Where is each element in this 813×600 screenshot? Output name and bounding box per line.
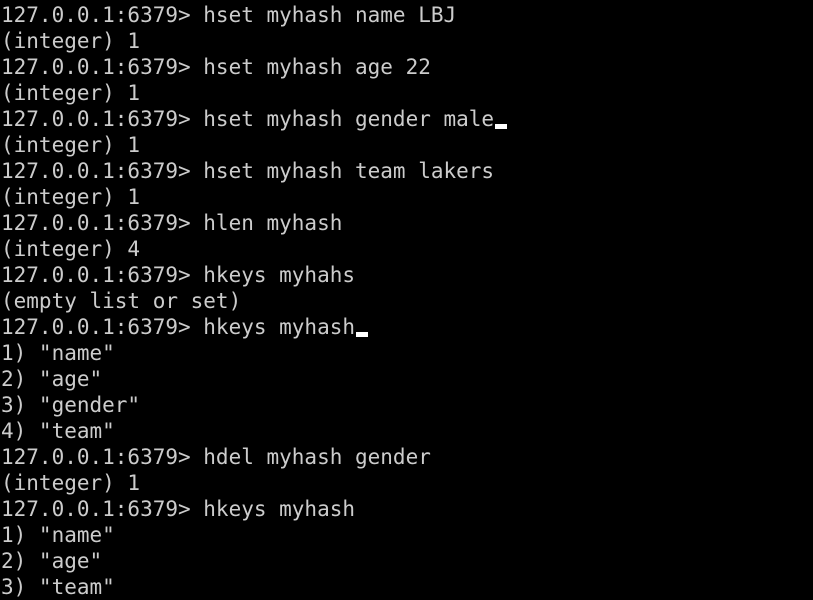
terminal-line: 127.0.0.1:6379> hset myhash name LBJ: [1, 2, 813, 28]
line-text: 127.0.0.1:6379> hlen myhash: [1, 211, 343, 235]
text-cursor: [495, 124, 508, 129]
line-text: 1) "name": [1, 341, 115, 365]
line-text: (integer) 1: [1, 471, 141, 495]
text-cursor: [356, 332, 369, 337]
terminal-line: 127.0.0.1:6379> hkeys myhash: [1, 496, 813, 522]
terminal-line: 3) "gender": [1, 392, 813, 418]
terminal-line: 127.0.0.1:6379> hkeys myhahs: [1, 262, 813, 288]
terminal-line: 127.0.0.1:6379> hkeys myhash: [1, 314, 813, 340]
terminal-line: 4) "team": [1, 418, 813, 444]
line-text: 1) "name": [1, 523, 115, 547]
terminal-line: 127.0.0.1:6379> hset myhash age 22: [1, 54, 813, 80]
terminal-line: 127.0.0.1:6379> hset myhash team lakers: [1, 158, 813, 184]
line-text: (empty list or set): [1, 289, 242, 313]
line-text: 2) "age": [1, 367, 103, 391]
terminal-line: 2) "age": [1, 548, 813, 574]
line-text: 3) "gender": [1, 393, 141, 417]
line-text: (integer) 1: [1, 29, 141, 53]
line-text: 2) "age": [1, 549, 103, 573]
terminal-line: (integer) 4: [1, 236, 813, 262]
line-text: 4) "team": [1, 419, 115, 443]
terminal-line: 1) "name": [1, 522, 813, 548]
terminal-line: (integer) 1: [1, 80, 813, 106]
terminal-line: (integer) 1: [1, 28, 813, 54]
line-text: (integer) 1: [1, 133, 141, 157]
line-text: 127.0.0.1:6379> hkeys myhash: [1, 315, 356, 339]
terminal-line: 127.0.0.1:6379> hlen myhash: [1, 210, 813, 236]
line-text: 127.0.0.1:6379> hset myhash team lakers: [1, 159, 495, 183]
terminal-line: (integer) 1: [1, 132, 813, 158]
line-text: 127.0.0.1:6379> hset myhash gender male: [1, 107, 495, 131]
line-text: 127.0.0.1:6379> hset myhash name LBJ: [1, 3, 457, 27]
line-text: 127.0.0.1:6379> hkeys myhash: [1, 497, 356, 521]
terminal-line: (empty list or set): [1, 288, 813, 314]
terminal-output[interactable]: 127.0.0.1:6379> hset myhash name LBJ (in…: [0, 0, 813, 600]
line-text: 127.0.0.1:6379> hkeys myhahs: [1, 263, 356, 287]
terminal-line: 127.0.0.1:6379> hset myhash gender male: [1, 106, 813, 132]
terminal-line: 127.0.0.1:6379> hdel myhash gender: [1, 444, 813, 470]
line-text: 127.0.0.1:6379> hdel myhash gender: [1, 445, 431, 469]
terminal-line: 1) "name": [1, 340, 813, 366]
terminal-line: (integer) 1: [1, 470, 813, 496]
terminal-line: 2) "age": [1, 366, 813, 392]
line-text: 3) "team": [1, 575, 115, 599]
line-text: 127.0.0.1:6379> hset myhash age 22: [1, 55, 431, 79]
terminal-line: 3) "team": [1, 574, 813, 600]
line-text: (integer) 4: [1, 237, 141, 261]
terminal-line: (integer) 1: [1, 184, 813, 210]
line-text: (integer) 1: [1, 81, 141, 105]
line-text: (integer) 1: [1, 185, 141, 209]
